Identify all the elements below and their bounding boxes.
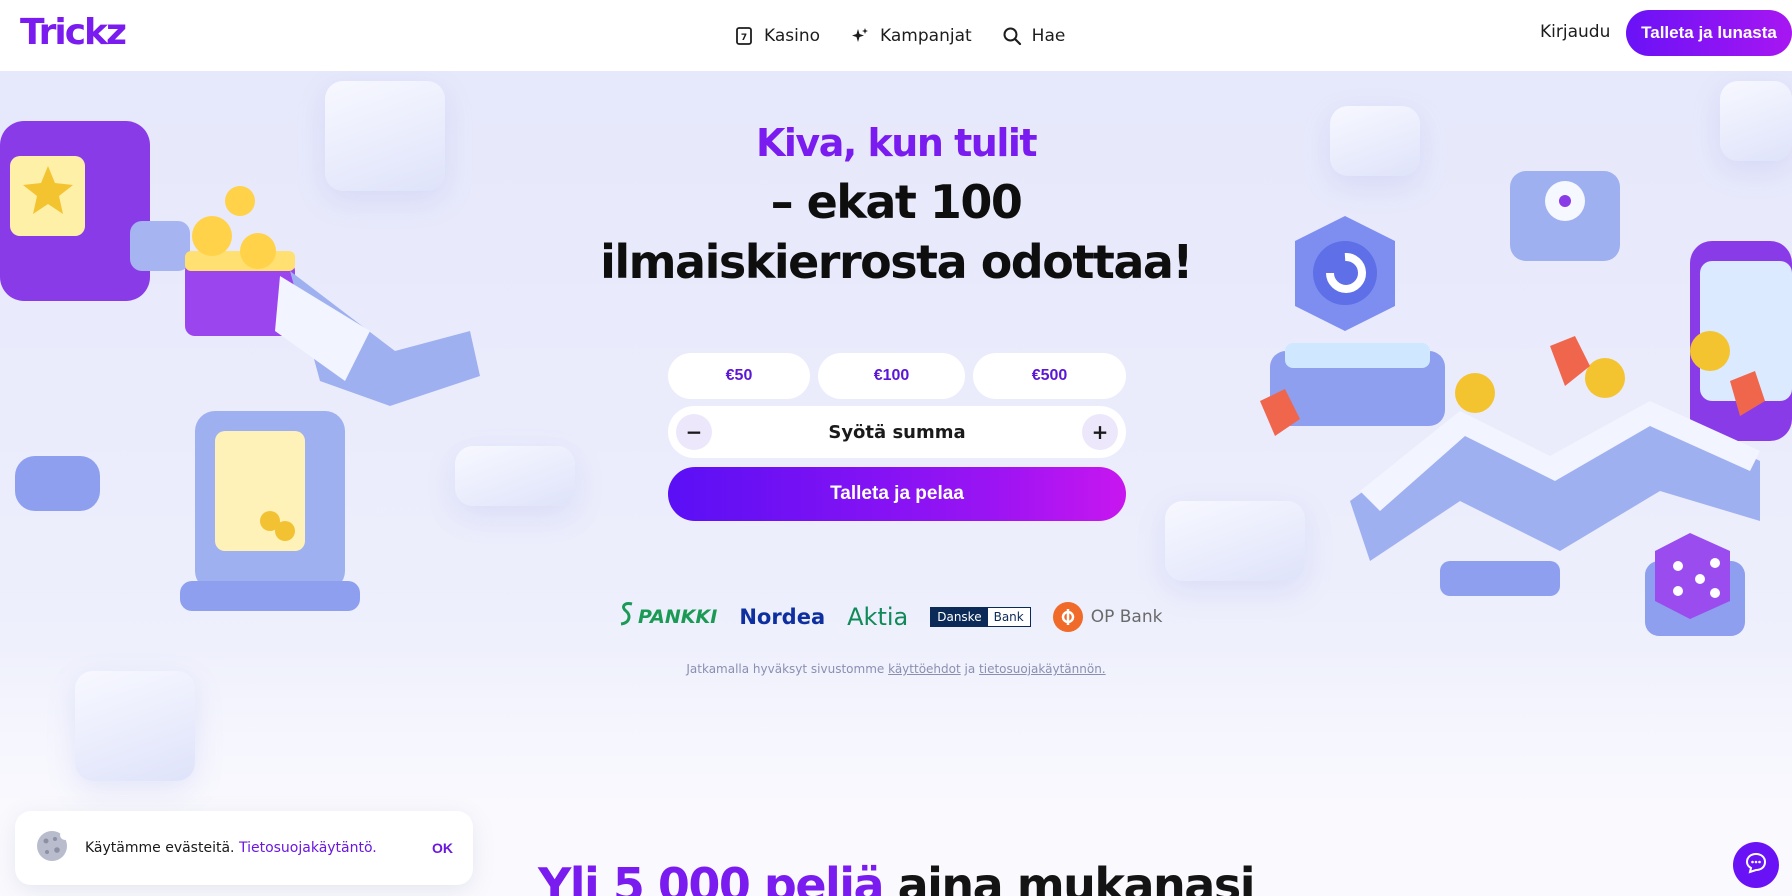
svg-text:7: 7 xyxy=(741,33,747,43)
terms-link[interactable]: käyttöehdot xyxy=(888,662,961,676)
bank-name: PANKKI xyxy=(638,605,718,628)
nav-item-hae[interactable]: Hae xyxy=(1002,25,1066,46)
amount-input[interactable] xyxy=(747,421,1047,443)
legal-notice: Jatkamalla hyväksyt sivustomme käyttöehd… xyxy=(0,662,1792,676)
deposit-play-button[interactable]: Talleta ja pelaa xyxy=(668,467,1126,521)
bank-logo-spankki: PANKKI xyxy=(618,601,717,632)
hero-title-line2: – ekat 100 xyxy=(770,175,1023,229)
amount-option-500[interactable]: €500 xyxy=(973,353,1126,399)
legal-text: Jatkamalla hyväksyt sivustomme xyxy=(686,662,889,676)
deposit-claim-button[interactable]: Talleta ja lunasta xyxy=(1626,10,1792,56)
hero-title-line1: Kiva, kun tulit xyxy=(755,121,1038,165)
sparkles-icon xyxy=(850,26,870,46)
decorative-cube xyxy=(75,671,195,781)
hero-section: Kiva, kun tulit – ekat 100 ilmaiskierros… xyxy=(0,71,1792,896)
search-icon xyxy=(1002,26,1022,46)
nav-item-label: Hae xyxy=(1031,25,1066,46)
cookie-text: Käytämme evästeitä. Tietosuojakäytäntö. xyxy=(85,840,377,856)
cookie-icon xyxy=(35,829,70,867)
legal-text: ja xyxy=(960,662,980,676)
site-logo[interactable]: Trickz xyxy=(20,12,127,53)
nav-item-kampanjat[interactable]: Kampanjat xyxy=(850,26,972,46)
bank-logo-op: OP Bank xyxy=(1052,601,1163,632)
decrease-button[interactable]: − xyxy=(676,414,712,450)
login-link[interactable]: Kirjaudu xyxy=(1540,22,1610,42)
hero-title-line3: ilmaiskierrosta odottaa! xyxy=(600,235,1193,289)
amount-option-50[interactable]: €50 xyxy=(668,353,810,399)
casino-card-icon: 7 xyxy=(734,26,754,46)
nav-item-label: Kampanjat xyxy=(880,25,972,46)
bank-name: OP Bank xyxy=(1090,606,1163,627)
privacy-link[interactable]: tietosuojakäytännön. xyxy=(979,662,1106,676)
nav-item-kasino[interactable]: 7 Kasino xyxy=(734,26,820,46)
chat-icon xyxy=(1744,851,1768,879)
bank-logo-nordea: Nordea xyxy=(739,604,826,629)
bank-logo-danske: Danske Bank xyxy=(930,606,1031,627)
amount-option-100[interactable]: €100 xyxy=(818,353,965,399)
main-nav: 7 Kasino Kampanjat Hae xyxy=(734,0,1065,71)
nav-item-label: Kasino xyxy=(764,25,821,46)
section-title-rest: aina mukanasi xyxy=(883,858,1256,896)
increase-button[interactable]: + xyxy=(1082,414,1118,450)
cookie-banner: Käytämme evästeitä. Tietosuojakäytäntö. … xyxy=(15,811,473,885)
spankki-s-icon xyxy=(618,601,636,632)
bank-logos: PANKKI Nordea Aktia Danske Bank OP Bank xyxy=(618,601,1162,632)
bank-name: Danske xyxy=(931,607,988,626)
privacy-policy-link[interactable]: Tietosuojakäytäntö. xyxy=(239,840,377,856)
bank-logo-aktia: Aktia xyxy=(847,602,909,631)
section-title-highlight: Yli 5 000 peliä xyxy=(537,858,885,896)
cookie-ok-button[interactable]: OK xyxy=(432,840,453,856)
op-logo-icon xyxy=(1052,601,1083,632)
amount-stepper: − + xyxy=(668,406,1126,458)
amount-options: €50 €100 €500 xyxy=(668,353,1126,399)
top-header: Trickz 7 Kasino Kampanjat Hae Kirjaudu T… xyxy=(0,0,1792,71)
chat-button[interactable] xyxy=(1733,842,1779,888)
bank-name: Bank xyxy=(987,607,1030,626)
cookie-message: Käytämme evästeitä. xyxy=(85,840,239,856)
